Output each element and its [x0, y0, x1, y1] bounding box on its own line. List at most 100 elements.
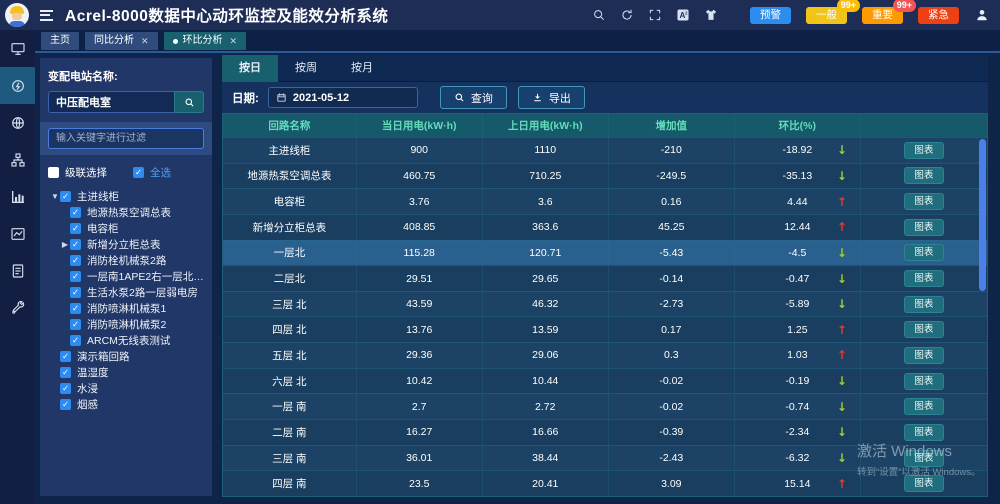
tree-expand-icon[interactable]: ▶ [60, 240, 70, 249]
chart-button[interactable]: 图表 [904, 244, 944, 261]
table-row[interactable]: 三层 北43.5946.32-2.73-5.89↓图表 [223, 291, 987, 317]
ratio-value: -4.5 [788, 247, 806, 259]
chart-button[interactable]: 图表 [904, 347, 944, 364]
sidebar-item-monitor[interactable] [0, 30, 35, 67]
chart-button[interactable]: 图表 [904, 219, 944, 236]
tree-node[interactable]: ✓消防栓机械泵2路 [48, 253, 204, 268]
sidebar-item-trend-chart[interactable] [0, 215, 35, 252]
tree-node[interactable]: ▼✓主进线柜 [48, 189, 204, 204]
tree-node[interactable]: ✓一层南1APE2右一层北1APE1左 [48, 269, 204, 284]
tree-checkbox[interactable]: ✓ [70, 287, 81, 298]
tree-checkbox[interactable]: ✓ [70, 271, 81, 282]
sidebar-item-bar-chart[interactable] [0, 178, 35, 215]
table-row[interactable]: 二层北29.5129.65-0.14-0.47↓图表 [223, 265, 987, 291]
export-label: 导出 [549, 90, 571, 106]
alert-button-info[interactable]: 预警 [750, 7, 791, 24]
table-row[interactable]: 电容柜3.763.60.164.44↑图表 [223, 188, 987, 214]
chart-button[interactable]: 图表 [904, 296, 944, 313]
chart-button[interactable]: 图表 [904, 321, 944, 338]
refresh-icon[interactable] [620, 8, 635, 23]
station-search-button[interactable] [174, 91, 204, 113]
tree-expand-icon[interactable]: ▼ [50, 192, 60, 201]
sidebar-item-power-circle[interactable] [0, 67, 35, 104]
tree-node[interactable]: ✓温湿度 [48, 365, 204, 380]
sidebar-item-device-tree[interactable] [0, 141, 35, 178]
table-row[interactable]: 二层 南16.2716.66-0.39-2.34↓图表 [223, 419, 987, 445]
tree-checkbox[interactable]: ✓ [60, 191, 71, 202]
close-tab-icon[interactable]: ✕ [230, 32, 238, 50]
table-row[interactable]: 一层北115.28120.71-5.43-4.5↓图表 [223, 240, 987, 266]
vertical-scrollbar-thumb[interactable] [979, 139, 986, 291]
tree-checkbox[interactable]: ✓ [70, 207, 81, 218]
station-input[interactable] [48, 91, 174, 113]
sidebar-item-energy-globe[interactable] [0, 104, 35, 141]
theme-icon[interactable] [704, 8, 719, 23]
period-tab-0[interactable]: 按日 [222, 55, 278, 82]
chart-button[interactable]: 图表 [904, 142, 944, 159]
tree-checkbox[interactable]: ✓ [70, 239, 81, 250]
chart-button[interactable]: 图表 [904, 193, 944, 210]
cell-ratio: -0.74↓ [735, 394, 861, 419]
tree-node[interactable]: ✓电容柜 [48, 221, 204, 236]
font-size-icon[interactable]: A2 [676, 8, 691, 23]
tree-node[interactable]: ✓水浸 [48, 381, 204, 396]
keyword-filter-input[interactable] [48, 128, 204, 149]
cascade-checkbox[interactable] [48, 167, 59, 178]
tree-node[interactable]: ▶✓新增分立柜总表 [48, 237, 204, 252]
alert-button-important[interactable]: 重要99+ [862, 7, 903, 24]
fullscreen-icon[interactable] [648, 8, 663, 23]
chart-button[interactable]: 图表 [904, 270, 944, 287]
table-row[interactable]: 五层 北29.3629.060.31.03↑图表 [223, 342, 987, 368]
tree-checkbox[interactable]: ✓ [60, 399, 71, 410]
nav-tab-item[interactable]: 同比分析✕ [85, 32, 158, 50]
table-row[interactable]: 四层 北13.7613.590.171.25↑图表 [223, 316, 987, 342]
period-tab-1[interactable]: 按周 [278, 55, 334, 82]
tree-node[interactable]: ✓烟感 [48, 397, 204, 412]
tree-node[interactable]: ✓ARCM无线表测试 [48, 333, 204, 348]
select-all-checkbox[interactable]: ✓ [133, 167, 144, 178]
table-row[interactable]: 新增分立柜总表408.85363.645.2512.44↑图表 [223, 214, 987, 240]
query-button[interactable]: 查询 [440, 86, 507, 109]
chart-button[interactable]: 图表 [904, 167, 944, 184]
chart-button[interactable]: 图表 [904, 450, 944, 467]
period-tab-2[interactable]: 按月 [334, 55, 390, 82]
table-row[interactable]: 一层 南2.72.72-0.02-0.74↓图表 [223, 393, 987, 419]
close-tab-icon[interactable]: ✕ [141, 32, 149, 50]
alert-button-urgent[interactable]: 紧急 [918, 7, 959, 24]
chart-button[interactable]: 图表 [904, 373, 944, 390]
tree-checkbox[interactable]: ✓ [60, 383, 71, 394]
menu-toggle-icon[interactable] [40, 10, 53, 21]
tree-node[interactable]: ✓消防喷淋机械泵2 [48, 317, 204, 332]
chart-button[interactable]: 图表 [904, 424, 944, 441]
alert-button-general[interactable]: 一般99+ [806, 7, 847, 24]
table-row[interactable]: 六层 北10.4210.44-0.02-0.19↓图表 [223, 368, 987, 394]
table-row[interactable]: 三层 南36.0138.44-2.43-6.32↓图表 [223, 445, 987, 471]
sidebar-item-tools[interactable] [0, 289, 35, 326]
tree-checkbox[interactable]: ✓ [60, 351, 71, 362]
table-row[interactable]: 地源热泵空调总表460.75710.25-249.5-35.13↓图表 [223, 163, 987, 189]
date-picker[interactable]: 2021-05-12 [268, 87, 418, 108]
tree-node[interactable]: ✓生活水泵2路一层弱电房 [48, 285, 204, 300]
column-header: 增加值 [609, 114, 735, 137]
user-icon[interactable] [975, 8, 990, 23]
table-row[interactable]: 主进线柜9001110-210-18.92↓图表 [223, 137, 987, 163]
tree-node[interactable]: ✓演示箱回路 [48, 349, 204, 364]
chart-button[interactable]: 图表 [904, 475, 944, 492]
tree-node[interactable]: ✓消防喷淋机械泵1 [48, 301, 204, 316]
tree-checkbox[interactable]: ✓ [70, 303, 81, 314]
sidebar-item-report[interactable] [0, 252, 35, 289]
tree-checkbox[interactable]: ✓ [70, 319, 81, 330]
chart-button[interactable]: 图表 [904, 398, 944, 415]
tree-node[interactable]: ✓地源热泵空调总表 [48, 205, 204, 220]
cell-chart: 图表 [861, 317, 987, 342]
table-row[interactable]: 四层 南23.520.413.0915.14↑图表 [223, 470, 987, 496]
nav-tab-home[interactable]: 主页 [41, 32, 79, 50]
tree-checkbox[interactable]: ✓ [70, 255, 81, 266]
trend-down-icon: ↓ [837, 246, 847, 260]
search-icon[interactable] [592, 8, 607, 23]
nav-tab-active[interactable]: 环比分析✕ [164, 32, 247, 50]
export-button[interactable]: 导出 [518, 86, 585, 109]
tree-checkbox[interactable]: ✓ [70, 223, 81, 234]
tree-checkbox[interactable]: ✓ [70, 335, 81, 346]
tree-checkbox[interactable]: ✓ [60, 367, 71, 378]
